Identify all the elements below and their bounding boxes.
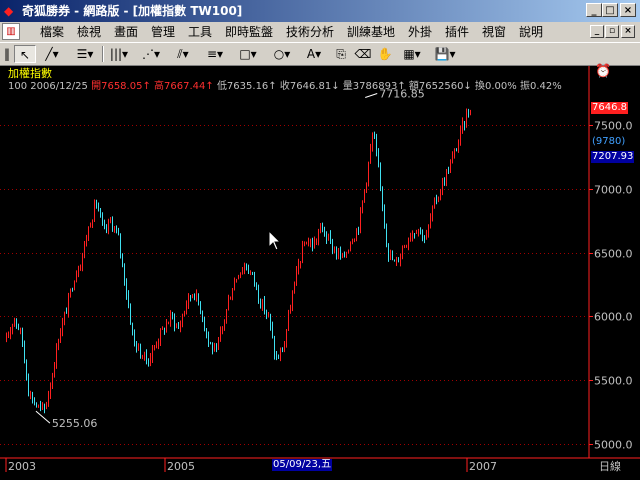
save-icon[interactable]: 💾▾	[430, 45, 460, 63]
price-tick-label: 7500.0	[594, 120, 633, 133]
time-tick-label: 2005	[167, 460, 195, 473]
menu-manage[interactable]: 管理	[151, 24, 175, 40]
window-title: 奇狐勝券 - 網路版 - [加權指數 TW100]	[22, 4, 243, 18]
menu-training-base[interactable]: 訓練基地	[347, 24, 395, 40]
quote-info-line: 100 2006/12/25 開7658.05↑ 高7667.44↑ 低7635…	[8, 81, 562, 93]
parallel-lines-icon[interactable]: ≡▾	[200, 45, 230, 63]
channel-icon[interactable]: ⫽▾	[168, 45, 198, 63]
color-palette-icon[interactable]: ▦▾	[398, 45, 426, 63]
time-tick-label: 2007	[469, 460, 497, 473]
maximize-button[interactable]: □	[602, 3, 618, 17]
menu-technical-analysis[interactable]: 技術分析	[286, 24, 334, 40]
low-value: 低7635.16↑	[216, 81, 277, 92]
count-tag: (9780)	[592, 136, 626, 147]
menu-help[interactable]: 說明	[519, 24, 543, 40]
chart-document-icon[interactable]: ▥	[2, 23, 20, 40]
fox-logo-icon[interactable]: ◆	[4, 3, 20, 19]
rectangle-icon[interactable]: □▾	[234, 45, 262, 63]
cursor-date-tag: 05/09/23,五	[272, 459, 333, 471]
menu-plugins[interactable]: 外掛	[408, 24, 432, 40]
hand-icon[interactable]: ✋	[376, 45, 394, 63]
index-name-label: 加權指數	[8, 67, 52, 80]
turnover-value: 換0.00%	[475, 81, 517, 92]
cursor-price-tag: 7207.93	[591, 151, 635, 163]
drawing-toolbar: ‖ ↖ ╱▾ ☰▾ |||▾ ⋰▾ ⫽▾ ≡▾ □▾ ○▾ A▾ ⎘ ⌫ ✋ ▦…	[0, 42, 640, 66]
title-bar: ◆ 奇狐勝券 - 網路版 - [加權指數 TW100] _ □ ×	[0, 0, 640, 22]
price-tick-label: 7000.0	[594, 184, 633, 197]
info-prefix: 100 2006/12/25	[8, 81, 88, 92]
menu-screen[interactable]: 畫面	[114, 24, 138, 40]
menu-view[interactable]: 檢視	[77, 24, 101, 40]
pointer-icon[interactable]: ↖	[14, 45, 36, 63]
close-value: 收7646.81↓	[279, 81, 340, 92]
menu-addons[interactable]: 插件	[445, 24, 469, 40]
open-value: 開7658.05↑	[91, 81, 151, 92]
line-tool-icon[interactable]: ╱▾	[38, 45, 66, 63]
amount-value: 額7652560↓	[408, 81, 472, 92]
alarm-clock-icon[interactable]: ⏰	[595, 65, 611, 78]
annotation-leader-line	[35, 410, 51, 424]
fan-lines-icon[interactable]: ⋰▾	[136, 45, 166, 63]
menu-realtime-monitor[interactable]: 即時監盤	[225, 24, 273, 40]
menu-window[interactable]: 視窗	[482, 24, 506, 40]
low-point-label: 5255.06	[52, 417, 98, 430]
last-price-tag: 7646.8	[591, 102, 628, 114]
annotation-leader-line	[365, 93, 378, 98]
high-value: 高7667.44↑	[154, 81, 214, 92]
time-tick-label: 2003	[8, 460, 36, 473]
menu-bar: ▥ 檔案 檢視 畫面 管理 工具 即時監盤 技術分析 訓練基地 外掛 插件 視窗…	[0, 22, 640, 42]
child-restore-button[interactable]: ▫	[605, 25, 619, 38]
horizontal-lines-icon[interactable]: ☰▾	[70, 45, 100, 63]
amplitude-value: 振0.42%	[519, 81, 562, 92]
grip-icon: ‖	[4, 47, 10, 61]
minimize-button[interactable]: _	[586, 3, 602, 17]
text-tool-icon[interactable]: A▾	[300, 45, 328, 63]
vertical-lines-icon[interactable]: |||▾	[104, 45, 134, 63]
ellipse-icon[interactable]: ○▾	[268, 45, 296, 63]
price-tick-label: 6500.0	[594, 248, 633, 261]
price-chart[interactable]: 7500.0 7000.0 6500.0 6000.0 5500.0 5000.0 2003…	[0, 65, 640, 480]
price-tick-label: 6000.0	[594, 311, 633, 324]
eraser-icon[interactable]: ⌫	[354, 45, 372, 63]
menu-tools[interactable]: 工具	[188, 24, 212, 40]
close-button[interactable]: ×	[620, 3, 636, 17]
price-tick-label: 5000.0	[594, 439, 633, 452]
period-daily-label[interactable]: 日線	[599, 461, 621, 473]
child-minimize-button[interactable]: _	[590, 25, 604, 38]
volume-value: 量3786893↑	[342, 81, 406, 92]
candlestick-chart[interactable]: 7500.0 7000.0 6500.0 6000.0 5500.0 5000.0 2003…	[0, 66, 640, 480]
copy-icon[interactable]: ⎘	[332, 45, 350, 63]
menu-file[interactable]: 檔案	[40, 24, 64, 40]
price-tick-label: 5500.0	[594, 375, 633, 388]
mouse-pointer-icon	[268, 230, 282, 251]
child-close-button[interactable]: ×	[621, 25, 635, 38]
